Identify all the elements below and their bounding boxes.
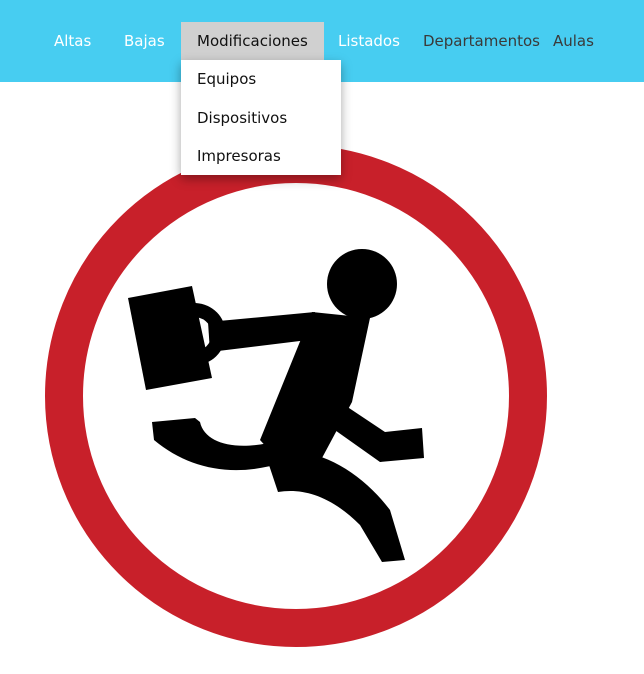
nav-item-modificaciones[interactable]: Modificaciones xyxy=(181,22,324,60)
no-running-sign-icon xyxy=(45,145,547,647)
nav-item-listados[interactable]: Listados xyxy=(338,22,400,60)
nav-item-altas[interactable]: Altas xyxy=(54,22,91,60)
dropdown-item-equipos[interactable]: Equipos xyxy=(197,70,256,88)
nav-item-aulas[interactable]: Aulas xyxy=(553,22,594,60)
modificaciones-dropdown-menu: Equipos Dispositivos Impresoras xyxy=(181,60,341,175)
nav-item-bajas[interactable]: Bajas xyxy=(124,22,165,60)
dropdown-item-dispositivos[interactable]: Dispositivos xyxy=(197,109,287,127)
dropdown-item-impresoras[interactable]: Impresoras xyxy=(197,147,281,165)
nav-item-departamentos[interactable]: Departamentos xyxy=(423,22,540,60)
